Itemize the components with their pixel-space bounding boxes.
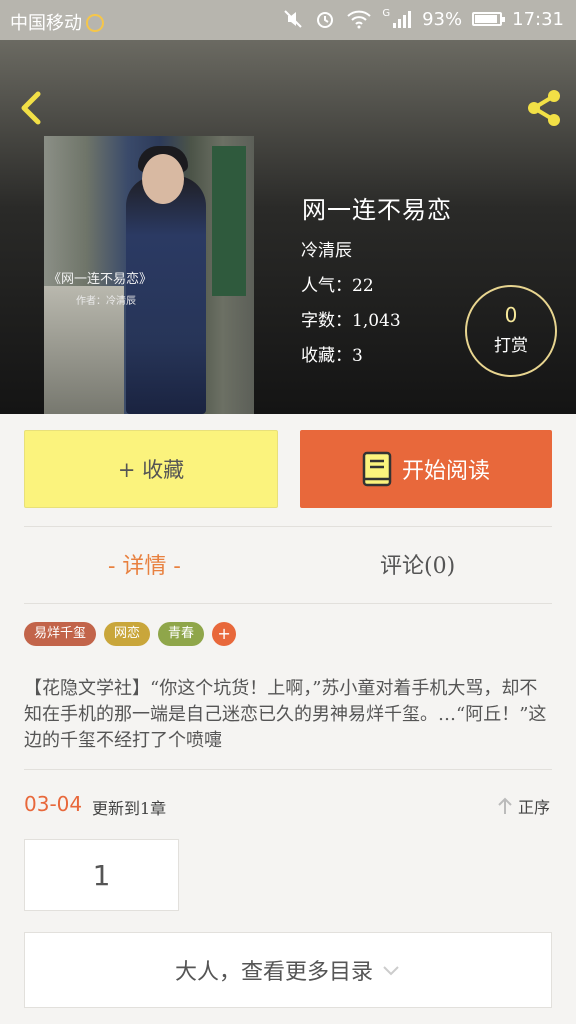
status-icons: G 93% 17:31 [282,8,564,30]
network-type: G [382,8,391,19]
view-more-label: 大人，查看更多目录 [174,960,373,985]
book-word-count: 字数：1,043 [301,311,401,331]
start-reading-label: 开始阅读 [401,459,490,484]
tab-comments[interactable]: 评论(0) [380,548,455,580]
add-favorite-button[interactable]: + 收藏 [24,430,278,508]
back-arrow-icon[interactable] [14,86,48,130]
book-cover[interactable]: 《网一连不易恋》 作者：冷清辰 [44,136,254,414]
mute-icon [284,10,303,28]
book-title: 网一连不易恋 [302,196,452,224]
cover-title: 《网一连不易恋》 [48,272,153,287]
sort-toggle[interactable]: 正序 [496,794,550,818]
share-icon[interactable] [524,86,564,130]
battery-percent: 93% [422,8,463,30]
book-favorites: 收藏：3 [301,346,363,366]
add-tag-icon[interactable]: + [212,622,237,646]
book-icon [362,451,392,487]
start-reading-button[interactable]: 开始阅读 [300,430,552,508]
divider [24,603,552,604]
clock: 17:31 [512,8,564,30]
update-status: 更新到1章 [92,799,167,818]
cell-signal-icon [393,11,412,28]
carrier-badge-icon [86,14,104,32]
chapter-button[interactable]: 1 [24,839,179,911]
tag-item[interactable]: 网恋 [104,622,151,646]
book-popularity: 人气：22 [301,276,374,296]
cover-face [142,154,184,204]
view-more-chapters-button[interactable]: 大人，查看更多目录 [24,932,552,1008]
book-header: 《网一连不易恋》 作者：冷清辰 网一连不易恋 冷清辰 人气：22 字数：1,04… [0,40,576,414]
battery-icon [472,12,506,26]
reward-count: 0 [504,303,518,327]
alarm-icon [317,12,334,28]
sort-label: 正序 [517,798,550,817]
book-author[interactable]: 冷清辰 [301,236,352,261]
arrow-up-icon [498,797,512,814]
carrier: 中国移动 [10,9,104,35]
tag-item[interactable]: 易烊千玺 [24,622,97,646]
divider [24,769,552,770]
cover-author: 作者：冷清辰 [76,296,136,307]
tag-item[interactable]: 青春 [158,622,205,646]
book-description[interactable]: 【花隐文学社】“你这个坑货！上啊，”苏小童对着手机大骂，却不知在手机的那一端是自… [24,676,554,754]
tab-detail[interactable]: - 详情 - [108,548,181,580]
update-date: 03-04 [24,792,83,816]
add-favorite-label: + 收藏 [117,458,185,482]
reward-label: 打赏 [494,336,528,356]
chevron-down-icon [383,966,399,976]
battery-fill [475,15,498,23]
carrier-label: 中国移动 [10,13,82,34]
cover-door [212,146,246,296]
status-bar: 中国移动 G 93% 17:31 [0,0,576,40]
reward-button[interactable]: 0 打赏 [465,285,557,377]
cover-person [126,176,206,414]
wifi-icon [347,10,372,29]
divider [24,526,552,527]
chapter-number: 1 [92,858,111,892]
tag-list: 易烊千玺 网恋 青春 + [24,622,237,646]
